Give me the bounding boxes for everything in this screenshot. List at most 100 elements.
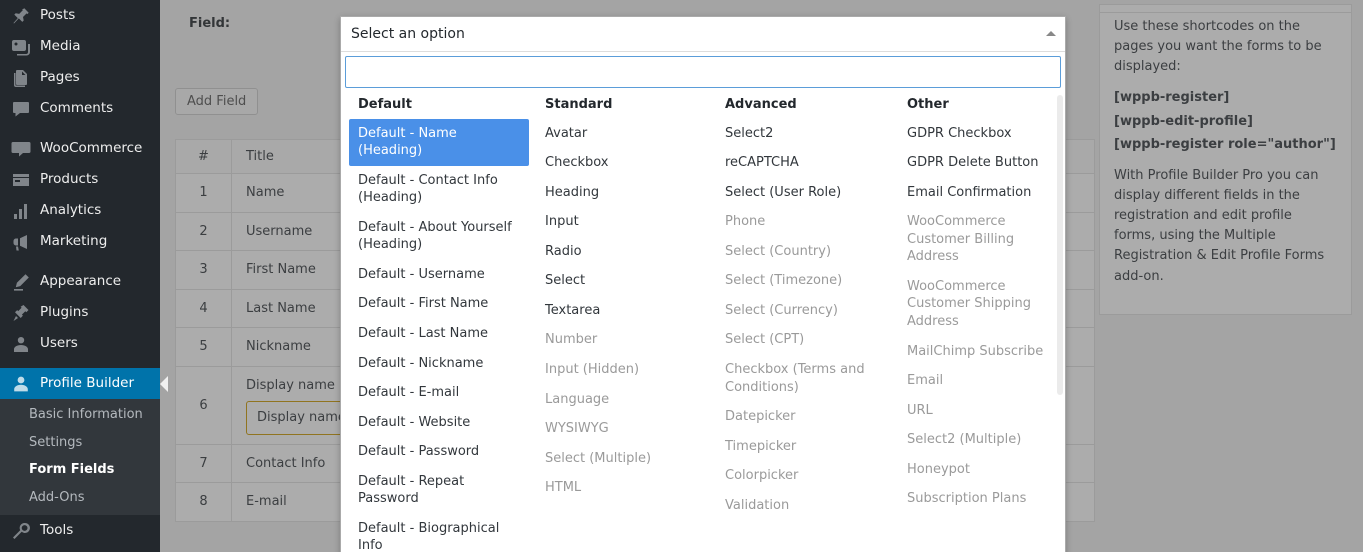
option-item: Select (Currency) bbox=[716, 296, 891, 326]
sidebar-item-label: Profile Builder bbox=[40, 377, 134, 391]
sidebar-item-pages[interactable]: Pages bbox=[0, 62, 160, 93]
sidebar-item-label: Products bbox=[40, 173, 98, 187]
select-header-label: Select an option bbox=[351, 26, 465, 42]
option-item[interactable]: Select (User Role) bbox=[716, 178, 891, 208]
option-item[interactable]: Default - Username bbox=[349, 260, 529, 290]
option-item[interactable]: GDPR Checkbox bbox=[898, 119, 1058, 149]
option-item[interactable]: Heading bbox=[536, 178, 706, 208]
marketing-icon bbox=[11, 232, 31, 252]
option-item[interactable]: Select2 bbox=[716, 119, 891, 149]
analytics-icon bbox=[11, 201, 31, 221]
sidebar-item-users[interactable]: Users bbox=[0, 328, 160, 359]
option-item: Checkbox (Terms and Conditions) bbox=[716, 355, 891, 402]
chevron-up-icon[interactable] bbox=[1046, 31, 1056, 36]
admin-sidebar: Posts Media Pages Comments WooCommerce Produc… bbox=[0, 0, 160, 552]
option-item: HTML bbox=[536, 473, 706, 503]
options-body: DefaultDefault - Name (Heading)Default -… bbox=[341, 91, 1065, 552]
sidebar-item-appearance[interactable]: Appearance bbox=[0, 266, 160, 297]
sidebar-item-analytics[interactable]: Analytics bbox=[0, 195, 160, 226]
option-item[interactable]: Textarea bbox=[536, 296, 706, 326]
options-scrollbar[interactable] bbox=[1058, 91, 1064, 552]
sidebar-top-group: Posts Media Pages Comments WooCommerce Produc… bbox=[0, 0, 160, 546]
option-item[interactable]: Default - Biographical Info bbox=[349, 514, 529, 552]
active-pointer-arrow bbox=[160, 376, 168, 392]
option-item[interactable]: Default - About Yourself (Heading) bbox=[349, 213, 529, 260]
sidebar-item-label: Appearance bbox=[40, 275, 121, 289]
sidebar-item-label: Posts bbox=[40, 9, 75, 23]
option-item[interactable]: reCAPTCHA bbox=[716, 148, 891, 178]
sidebar-item-tools[interactable]: Tools bbox=[0, 515, 160, 546]
option-item[interactable]: Default - First Name bbox=[349, 289, 529, 319]
option-item: Language bbox=[536, 385, 706, 415]
woocommerce-icon bbox=[11, 139, 31, 159]
option-item: URL bbox=[898, 396, 1058, 426]
sidebar-item-label: Marketing bbox=[40, 235, 107, 249]
sidebar-item-media[interactable]: Media bbox=[0, 31, 160, 62]
sidebar-item-profile-builder[interactable]: Profile Builder bbox=[0, 368, 160, 399]
option-item[interactable]: Default - Repeat Password bbox=[349, 467, 529, 514]
options-group-title: Other bbox=[898, 93, 1058, 119]
pin-icon bbox=[11, 6, 31, 26]
sidebar-item-label: Comments bbox=[40, 102, 113, 116]
option-item[interactable]: Default - Password bbox=[349, 437, 529, 467]
submenu-item-form-fields[interactable]: Form Fields bbox=[0, 456, 160, 484]
option-item: Datepicker bbox=[716, 402, 891, 432]
option-item[interactable]: Default - Name (Heading) bbox=[349, 119, 529, 166]
option-item: Input (Hidden) bbox=[536, 355, 706, 385]
sidebar-item-products[interactable]: Products bbox=[0, 164, 160, 195]
submenu-item-settings[interactable]: Settings bbox=[0, 429, 160, 457]
option-item: Email bbox=[898, 366, 1058, 396]
submenu-item-add-ons[interactable]: Add-Ons bbox=[0, 484, 160, 512]
options-column-advanced: AdvancedSelect2reCAPTCHASelect (User Rol… bbox=[716, 91, 891, 520]
option-item[interactable]: Select bbox=[536, 266, 706, 296]
sidebar-item-label: WooCommerce bbox=[40, 142, 142, 156]
sidebar-item-posts[interactable]: Posts bbox=[0, 0, 160, 31]
sidebar-item-label: Media bbox=[40, 40, 81, 54]
sidebar-separator bbox=[0, 257, 160, 266]
sidebar-item-label: Pages bbox=[40, 71, 80, 85]
option-item[interactable]: Input bbox=[536, 207, 706, 237]
option-item: Colorpicker bbox=[716, 461, 891, 491]
options-column-other: OtherGDPR CheckboxGDPR Delete ButtonEmai… bbox=[898, 91, 1058, 514]
media-icon bbox=[11, 37, 31, 57]
search-wrapper bbox=[341, 52, 1065, 91]
option-item: WYSIWYG bbox=[536, 414, 706, 444]
sidebar-item-label: Plugins bbox=[40, 306, 88, 320]
options-scrollbar-thumb[interactable] bbox=[1057, 95, 1063, 395]
submenu-item-basic-information[interactable]: Basic Information bbox=[0, 401, 160, 429]
options-group-title: Default bbox=[349, 93, 529, 119]
sidebar-item-plugins[interactable]: Plugins bbox=[0, 297, 160, 328]
option-item: Validation bbox=[716, 491, 891, 521]
option-item: MailChimp Subscribe bbox=[898, 337, 1058, 367]
option-item[interactable]: Default - E-mail bbox=[349, 378, 529, 408]
sidebar-item-woocommerce[interactable]: WooCommerce bbox=[0, 133, 160, 164]
option-item[interactable]: Default - Website bbox=[349, 408, 529, 438]
option-item[interactable]: Avatar bbox=[536, 119, 706, 149]
pages-icon bbox=[11, 68, 31, 88]
option-item: Subscription Plans bbox=[898, 484, 1058, 514]
sidebar-submenu: Basic InformationSettingsForm FieldsAdd-… bbox=[0, 399, 160, 515]
products-icon bbox=[11, 170, 31, 190]
option-item: Select2 (Multiple) bbox=[898, 425, 1058, 455]
option-item: Honeypot bbox=[898, 455, 1058, 485]
option-item[interactable]: GDPR Delete Button bbox=[898, 148, 1058, 178]
sidebar-item-marketing[interactable]: Marketing bbox=[0, 226, 160, 257]
appearance-icon bbox=[11, 272, 31, 292]
sidebar-item-comments[interactable]: Comments bbox=[0, 93, 160, 124]
option-item: Select (Country) bbox=[716, 237, 891, 267]
screen: Posts Media Pages Comments WooCommerce Produc… bbox=[0, 0, 1363, 552]
option-item[interactable]: Checkbox bbox=[536, 148, 706, 178]
option-item[interactable]: Email Confirmation bbox=[898, 178, 1058, 208]
option-item: Phone bbox=[716, 207, 891, 237]
options-column-default: DefaultDefault - Name (Heading)Default -… bbox=[349, 91, 529, 552]
select-header[interactable]: Select an option bbox=[341, 17, 1065, 52]
option-item[interactable]: Default - Nickname bbox=[349, 349, 529, 379]
sidebar-item-label: Tools bbox=[40, 524, 73, 538]
option-item: WooCommerce Customer Shipping Address bbox=[898, 272, 1058, 337]
search-input[interactable] bbox=[345, 56, 1061, 88]
option-item[interactable]: Default - Last Name bbox=[349, 319, 529, 349]
option-item: WooCommerce Customer Billing Address bbox=[898, 207, 1058, 272]
option-item[interactable]: Radio bbox=[536, 237, 706, 267]
option-item: Select (Multiple) bbox=[536, 444, 706, 474]
option-item[interactable]: Default - Contact Info (Heading) bbox=[349, 166, 529, 213]
